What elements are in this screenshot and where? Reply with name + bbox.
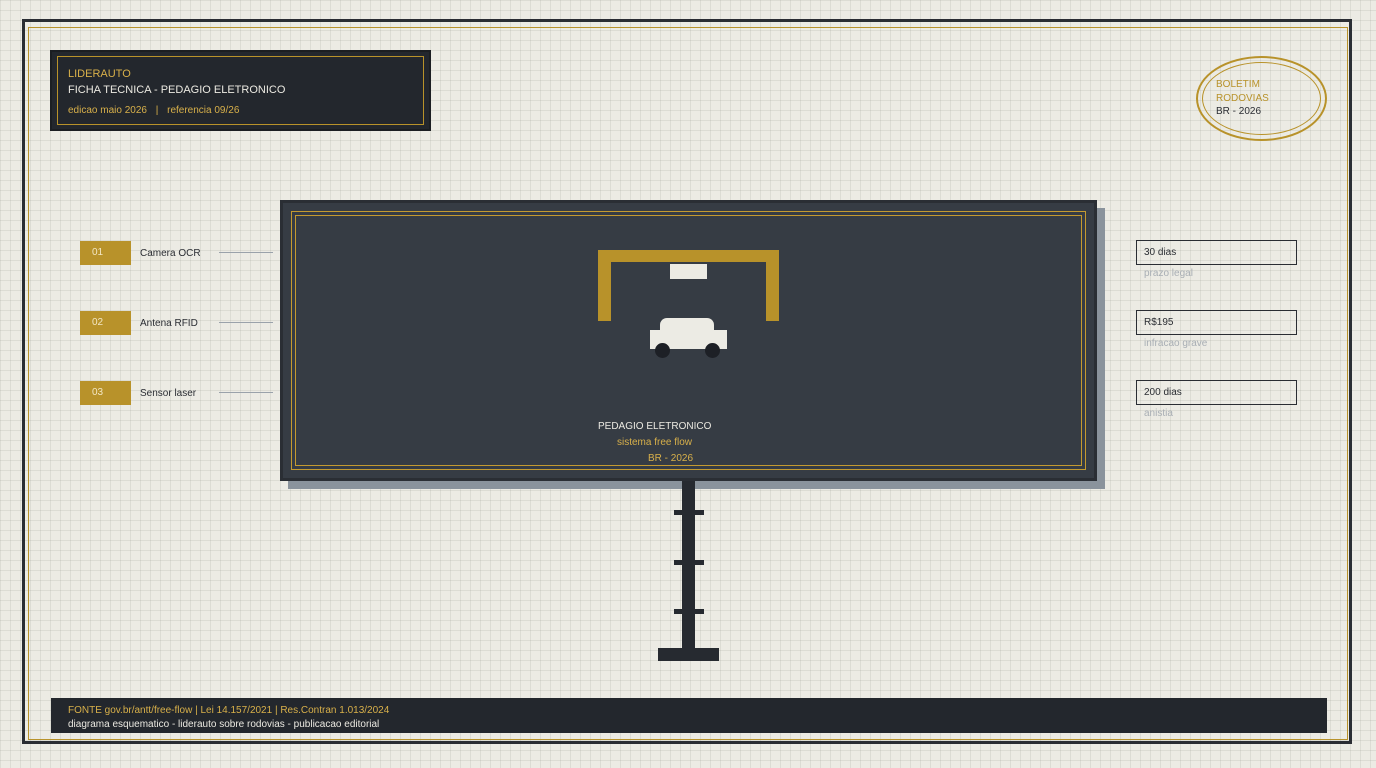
component-number-3: 03	[80, 381, 131, 405]
component-number-1: 01	[80, 241, 131, 265]
car-wheel-rear	[705, 343, 720, 358]
billboard-title: PEDAGIO ELETRONICO	[598, 421, 712, 432]
stat-value-2: R$195	[1136, 310, 1297, 335]
stat-caption-1: prazo legal	[1144, 268, 1193, 279]
leader-line-2	[219, 322, 273, 323]
pole-rung-3	[674, 609, 704, 614]
toll-gantry-right-post	[766, 250, 779, 321]
footer-bar: FONTE gov.br/antt/free-flow | Lei 14.157…	[51, 698, 1327, 733]
stamp-line-1: BOLETIM	[1216, 79, 1260, 90]
stat-value-1: 30 dias	[1136, 240, 1297, 265]
pole-rung-1	[674, 510, 704, 515]
billboard-subtitle: sistema free flow	[617, 437, 693, 448]
stat-value-3: 200 dias	[1136, 380, 1297, 405]
camera-icon	[670, 264, 707, 279]
edition-separator: |	[155, 105, 159, 116]
edition-info: edicao maio 2026 | referencia 09/26	[68, 105, 239, 116]
reference-label: referencia 09/26	[167, 105, 240, 116]
brand-name: LIDERAUTO	[68, 68, 131, 80]
stat-caption-3: anistia	[1144, 408, 1173, 419]
component-label-1: Camera OCR	[140, 248, 201, 259]
pole-rung-2	[674, 560, 704, 565]
billboard-tag: BR - 2026	[648, 453, 694, 464]
car-wheel-front	[655, 343, 670, 358]
leader-line-1	[219, 252, 273, 253]
edition-label: edicao maio 2026	[68, 105, 147, 116]
toll-gantry-beam	[598, 250, 779, 262]
toll-gantry-left-post	[598, 250, 611, 321]
footer-source: FONTE gov.br/antt/free-flow | Lei 14.157…	[68, 705, 390, 716]
billboard-pole	[682, 481, 695, 649]
component-label-3: Sensor laser	[140, 388, 197, 399]
bulletin-stamp: BOLETIM RODOVIAS BR - 2026	[1196, 56, 1327, 141]
footer-credit: diagrama esquematico - liderauto sobre r…	[68, 719, 380, 730]
document-title: FICHA TECNICA - PEDAGIO ELETRONICO	[68, 84, 286, 96]
header-card: LIDERAUTO FICHA TECNICA - PEDAGIO ELETRO…	[50, 50, 431, 131]
component-number-2: 02	[80, 311, 131, 335]
leader-line-3	[219, 392, 273, 393]
stamp-line-2: RODOVIAS	[1216, 93, 1269, 104]
component-label-2: Antena RFID	[140, 318, 198, 329]
stamp-line-3: BR - 2026	[1216, 106, 1262, 117]
billboard-base	[658, 648, 719, 661]
stat-caption-2: infracao grave	[1144, 338, 1208, 349]
